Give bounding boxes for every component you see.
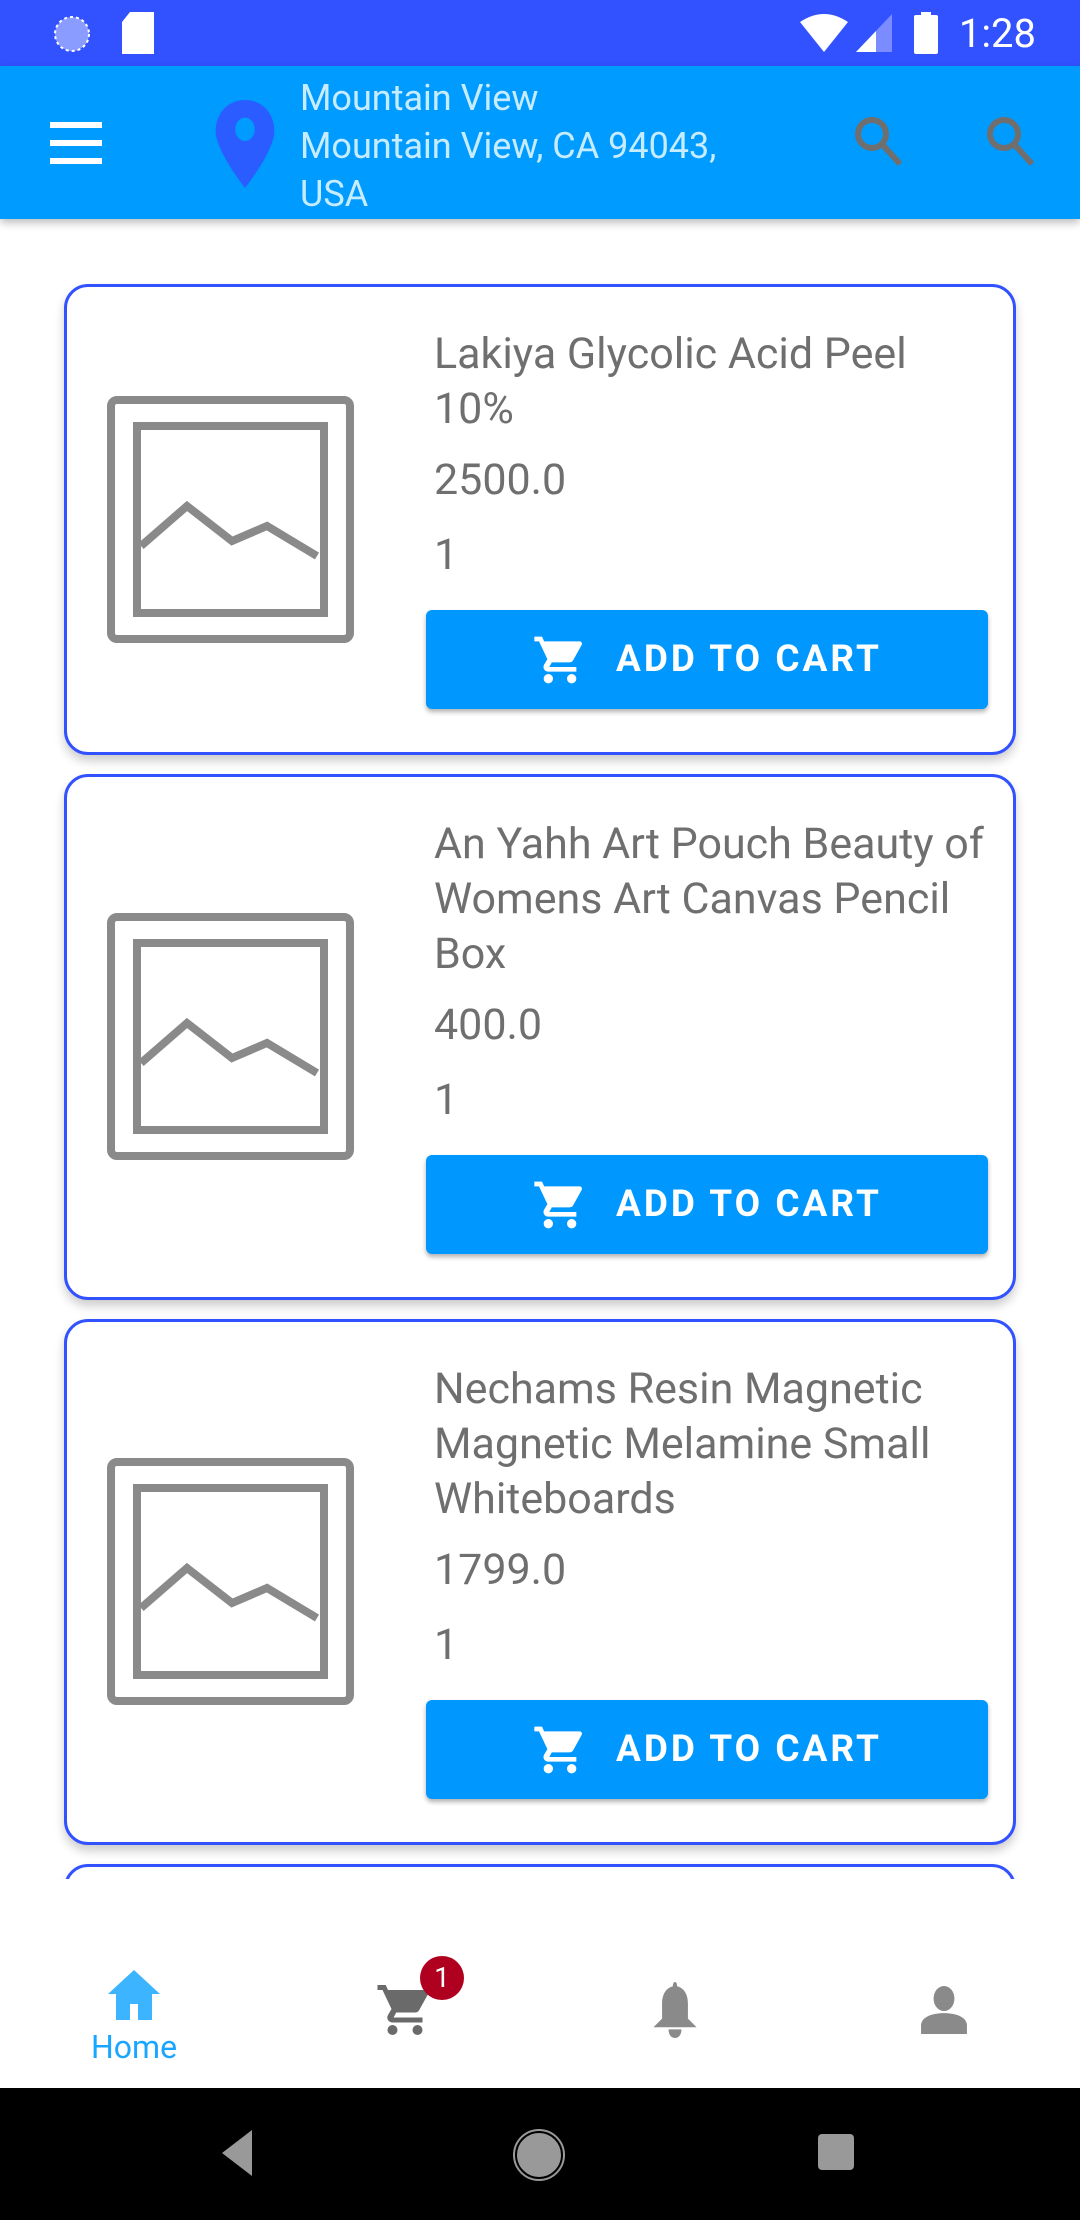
cart-badge: 1 (420, 1956, 464, 2000)
location-pin-icon[interactable] (214, 100, 276, 188)
nav-notifications[interactable] (595, 1982, 755, 2042)
menu-icon[interactable] (50, 122, 104, 164)
nav-profile[interactable] (864, 1986, 1024, 2038)
sd-card-icon (122, 12, 154, 54)
bottom-navigation: Home 1 (0, 1880, 1080, 2088)
bell-icon (653, 1982, 697, 2038)
add-to-cart-label: ADD TO CART (616, 1728, 882, 1771)
product-price: 400.0 (434, 1000, 543, 1050)
person-icon (921, 1986, 967, 2034)
image-placeholder-icon (107, 396, 354, 643)
recents-icon[interactable] (818, 2134, 854, 2170)
image-placeholder-icon (107, 913, 354, 1160)
cart-icon (534, 1181, 583, 1228)
back-icon[interactable] (222, 2130, 258, 2176)
status-bar: 1:28 (0, 0, 1080, 66)
app-bar: Mountain View Mountain View, CA 94043, U… (0, 66, 1080, 219)
sync-icon (54, 16, 90, 52)
add-to-cart-label: ADD TO CART (616, 1183, 882, 1226)
product-card[interactable]: Nechams Resin Magnetic Magnetic Melamine… (64, 1319, 1016, 1845)
location-address-country: USA (300, 173, 369, 215)
nav-home[interactable]: Home (54, 1970, 214, 2066)
battery-icon (914, 12, 938, 54)
nav-home-label: Home (90, 2028, 178, 2066)
add-to-cart-button[interactable]: ADD TO CART (426, 1700, 988, 1799)
add-to-cart-button[interactable]: ADD TO CART (426, 610, 988, 709)
product-card[interactable] (64, 1864, 1016, 1879)
location-address: Mountain View, CA 94043, (300, 125, 717, 167)
system-navigation-bar (0, 2088, 1080, 2220)
cart-icon (534, 636, 583, 683)
cart-icon (534, 1726, 583, 1773)
image-placeholder-icon (107, 1458, 354, 1705)
add-to-cart-label: ADD TO CART (616, 638, 882, 681)
search-icon[interactable] (984, 114, 1038, 168)
product-title: An Yahh Art Pouch Beauty of Womens Art C… (434, 819, 984, 979)
product-list[interactable]: Lakiya Glycolic Acid Peel 10% 2500.0 1 A… (0, 219, 1080, 1879)
product-quantity: 1 (434, 1620, 459, 1670)
location-name: Mountain View (300, 77, 539, 119)
nav-cart[interactable]: 1 (325, 1956, 485, 2044)
product-card[interactable]: Lakiya Glycolic Acid Peel 10% 2500.0 1 A… (64, 284, 1016, 755)
home-icon (108, 1970, 160, 2020)
product-quantity: 1 (434, 530, 459, 580)
location-selector[interactable]: Mountain View Mountain View, CA 94043, U… (300, 74, 716, 218)
product-quantity: 1 (434, 1075, 459, 1125)
home-circle-icon[interactable] (512, 2128, 566, 2182)
wifi-icon (800, 14, 848, 52)
product-title: Nechams Resin Magnetic Magnetic Melamine… (434, 1364, 931, 1524)
product-price: 2500.0 (434, 455, 567, 505)
clock: 1:28 (958, 10, 1036, 57)
search-icon[interactable] (852, 114, 906, 168)
add-to-cart-button[interactable]: ADD TO CART (426, 1155, 988, 1254)
signal-icon (856, 14, 892, 52)
product-title: Lakiya Glycolic Acid Peel 10% (434, 329, 907, 434)
product-card[interactable]: An Yahh Art Pouch Beauty of Womens Art C… (64, 774, 1016, 1300)
product-price: 1799.0 (434, 1545, 567, 1595)
